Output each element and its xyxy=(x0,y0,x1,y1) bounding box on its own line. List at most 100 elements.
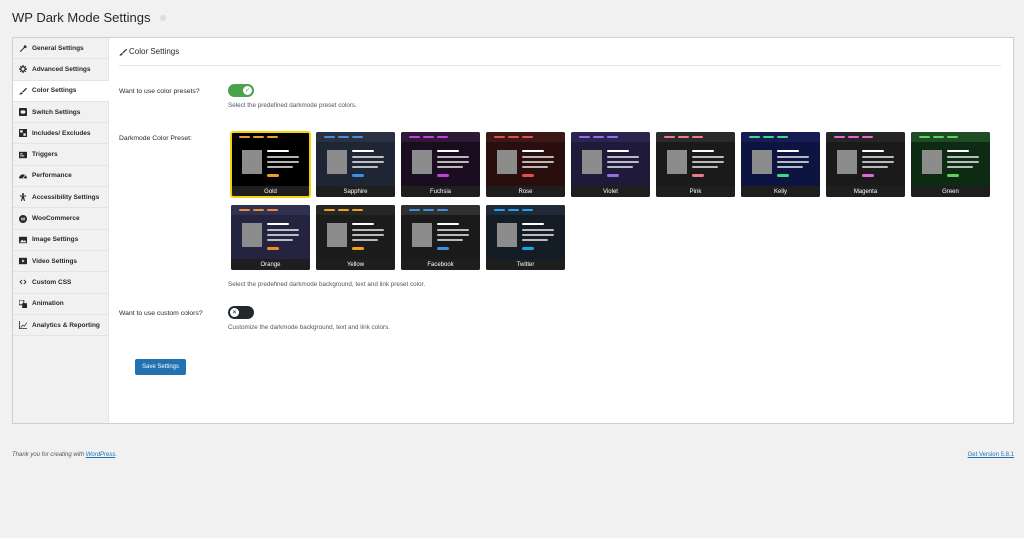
preset-nav-pill xyxy=(763,135,774,139)
sidebar-item-label: Image Settings xyxy=(32,236,79,244)
sidebar-item-animation[interactable]: Animation xyxy=(13,294,108,315)
preset-name: Yellow xyxy=(316,259,395,270)
save-settings-button[interactable]: Save Settings xyxy=(135,359,186,375)
sidebar-item-accessibility-settings[interactable]: Accessibility Settings xyxy=(13,187,108,209)
preset-text-line xyxy=(947,166,973,168)
sidebar-item-label: Triggers xyxy=(32,151,58,159)
preset-name: Magenta xyxy=(826,186,905,197)
preset-nav-pill xyxy=(437,208,448,212)
preset-text-line xyxy=(437,166,463,168)
preset-magenta[interactable]: Magenta xyxy=(826,132,905,197)
preset-nav-pill xyxy=(423,208,434,212)
preset-text-line xyxy=(352,239,378,241)
preset-text-line xyxy=(267,223,289,225)
preset-orange[interactable]: Orange xyxy=(231,205,310,270)
preset-button-sample xyxy=(352,247,364,250)
code-icon xyxy=(18,277,28,287)
get-version-link[interactable]: Get Version 5.8.1 xyxy=(968,452,1014,458)
presets-toggle-description: Select the predefined darkmode preset co… xyxy=(228,102,357,109)
preset-header xyxy=(741,132,820,142)
preset-twitter[interactable]: Twitter xyxy=(486,205,565,270)
preset-fuchsia[interactable]: Fuchsia xyxy=(401,132,480,197)
page-title-text: WP Dark Mode Settings xyxy=(12,10,151,25)
sidebar-item-general-settings[interactable]: General Settings xyxy=(13,38,108,60)
sidebar-item-video-settings[interactable]: Video Settings xyxy=(13,251,108,273)
brush-icon xyxy=(119,48,127,56)
preset-text-line xyxy=(862,161,894,163)
preset-nav-pill xyxy=(579,135,590,139)
preset-button-sample xyxy=(862,174,874,177)
preset-header xyxy=(911,132,990,142)
sidebar-item-label: Animation xyxy=(32,300,64,308)
sidebar-item-custom-css[interactable]: Custom CSS xyxy=(13,272,108,294)
preset-header xyxy=(401,132,480,142)
chart-icon xyxy=(18,320,28,330)
sidebar-item-performance[interactable]: Performance xyxy=(13,166,108,188)
preset-text-line xyxy=(352,229,384,231)
gauge-icon xyxy=(18,171,28,181)
preset-nav-pill xyxy=(607,135,618,139)
preset-gold[interactable]: Gold xyxy=(230,131,311,198)
preset-nav-pill xyxy=(834,135,845,139)
preset-header xyxy=(316,205,395,215)
preset-nav-pill xyxy=(338,208,349,212)
preset-header xyxy=(486,132,565,142)
preset-facebook[interactable]: Facebook xyxy=(401,205,480,270)
preset-button-sample xyxy=(522,174,534,177)
preset-header xyxy=(486,205,565,215)
sidebar-item-color-settings[interactable]: Color Settings xyxy=(13,80,109,102)
preset-nav-pill xyxy=(352,208,363,212)
sidebar-item-advanced-settings[interactable]: Advanced Settings xyxy=(13,59,108,81)
sidebar-item-label: Includes/ Excludes xyxy=(32,129,91,137)
presets-toggle[interactable]: ✓ xyxy=(228,84,254,97)
sidebar-item-triggers[interactable]: Triggers xyxy=(13,144,108,166)
preset-pink[interactable]: Pink xyxy=(656,132,735,197)
switch-icon xyxy=(18,107,28,117)
sidebar-item-woocommerce[interactable]: W WooCommerce xyxy=(13,208,108,230)
wordpress-link[interactable]: WordPress xyxy=(86,452,116,458)
sidebar-item-analytics-reporting[interactable]: Analytics & Reporting xyxy=(13,315,108,337)
preset-sapphire[interactable]: Sapphire xyxy=(316,132,395,197)
preset-nav-pill xyxy=(409,208,420,212)
preset-kelly[interactable]: Kelly xyxy=(741,132,820,197)
preset-rose[interactable]: Rose xyxy=(486,132,565,197)
preset-button-sample xyxy=(692,174,704,177)
preset-name: Violet xyxy=(571,186,650,197)
preset-name: Gold xyxy=(231,186,310,197)
preset-name: Facebook xyxy=(401,259,480,270)
preset-violet[interactable]: Violet xyxy=(571,132,650,197)
preset-yellow[interactable]: Yellow xyxy=(316,205,395,270)
settings-panel: General Settings Advanced Settings Color S… xyxy=(12,37,1014,424)
video-icon xyxy=(18,256,28,266)
preset-header xyxy=(401,205,480,215)
grid-icon xyxy=(18,128,28,138)
custom-colors-toggle[interactable]: ✕ xyxy=(228,306,254,319)
preset-nav-pill xyxy=(494,208,505,212)
preset-text-line xyxy=(437,156,469,158)
preset-nav-pill xyxy=(664,135,675,139)
preset-text-line xyxy=(522,166,548,168)
preset-nav-pill xyxy=(593,135,604,139)
preset-text-line xyxy=(777,166,803,168)
preset-nav-pill xyxy=(862,135,873,139)
preset-text-line xyxy=(522,161,554,163)
sidebar-item-label: WooCommerce xyxy=(32,215,80,223)
preset-text-line xyxy=(947,161,979,163)
preset-green[interactable]: Green xyxy=(911,132,990,197)
sidebar-item-switch-settings[interactable]: Switch Settings xyxy=(13,102,108,124)
page-title: WP Dark Mode Settings xyxy=(12,10,167,25)
preset-text-line xyxy=(522,239,548,241)
preset-preview xyxy=(401,142,480,186)
woocommerce-icon: W xyxy=(18,214,28,224)
preset-text-line xyxy=(607,166,633,168)
sidebar-item-includes-excludes[interactable]: Includes/ Excludes xyxy=(13,123,108,145)
preset-nav-pill xyxy=(239,208,250,212)
preset-text-line xyxy=(267,166,293,168)
custom-toggle-label: Want to use custom colors? xyxy=(119,310,203,317)
preset-text-line xyxy=(437,161,469,163)
preset-name: Rose xyxy=(486,186,565,197)
sidebar-item-image-settings[interactable]: Image Settings xyxy=(13,230,108,251)
preset-header xyxy=(231,132,310,142)
preset-text-line xyxy=(692,166,718,168)
preset-name: Pink xyxy=(656,186,735,197)
